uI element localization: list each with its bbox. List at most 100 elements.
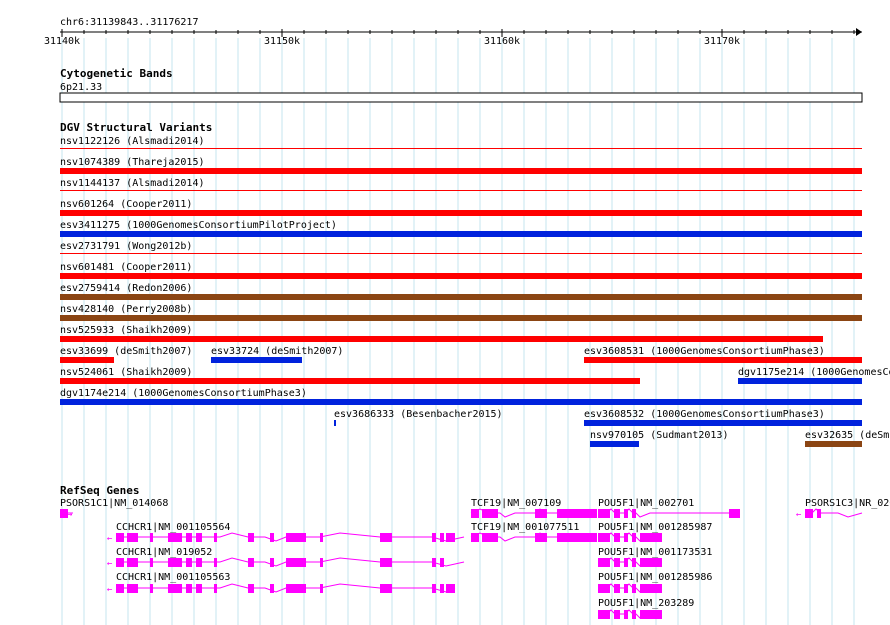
gene-exon[interactable] bbox=[640, 584, 662, 593]
gene-exon[interactable] bbox=[440, 584, 444, 593]
gene-exon[interactable] bbox=[557, 509, 597, 518]
gene-exon[interactable] bbox=[432, 558, 436, 567]
gene-exon[interactable] bbox=[196, 584, 202, 593]
gene-exon[interactable] bbox=[598, 509, 610, 518]
gene-exon[interactable] bbox=[640, 558, 662, 567]
gene-exon[interactable] bbox=[598, 533, 610, 542]
gene-exon[interactable] bbox=[624, 584, 628, 593]
variant-feature[interactable]: esv33699 (deSmith2007) bbox=[60, 346, 192, 363]
gene-feature[interactable]: TCF19|NM_001077511 bbox=[470, 522, 597, 542]
gene-exon[interactable] bbox=[614, 509, 620, 518]
gene-exon[interactable] bbox=[286, 558, 306, 567]
gene-feature[interactable]: CCHCR1|NM_019052 ← bbox=[107, 547, 465, 569]
gene-exon[interactable] bbox=[168, 584, 182, 593]
variant-bar[interactable] bbox=[60, 210, 862, 216]
gene-exon[interactable] bbox=[614, 610, 620, 619]
gene-exon[interactable] bbox=[214, 558, 217, 567]
gene-exon[interactable] bbox=[614, 533, 620, 542]
gene-exon[interactable] bbox=[640, 610, 662, 619]
gene-exon[interactable] bbox=[432, 533, 436, 542]
gene-exon[interactable] bbox=[624, 509, 628, 518]
gene-feature[interactable]: CCHCR1|NM_001105564 ← bbox=[107, 522, 465, 544]
gene-exon[interactable] bbox=[624, 558, 628, 567]
variant-bar[interactable] bbox=[584, 420, 862, 426]
variant-feature[interactable]: dgv1175e214 (1000GenomesConsortiumPhase3… bbox=[738, 367, 890, 384]
gene-exon[interactable] bbox=[614, 584, 620, 593]
variant-feature[interactable]: nsv525933 (Shaikh2009) bbox=[60, 325, 823, 342]
gene-exon[interactable] bbox=[186, 558, 192, 567]
gene-exon[interactable] bbox=[150, 533, 153, 542]
gene-exon[interactable] bbox=[186, 584, 192, 593]
variant-feature[interactable]: esv3686333 (Besenbacher2015) bbox=[334, 409, 503, 426]
gene-exon[interactable] bbox=[196, 533, 202, 542]
gene-exon[interactable] bbox=[598, 610, 610, 619]
gene-exon[interactable] bbox=[729, 509, 740, 518]
gene-feature[interactable]: POU5F1|NM_001173531 bbox=[598, 547, 712, 567]
variant-bar[interactable] bbox=[60, 357, 114, 363]
variant-feature[interactable]: esv3608532 (1000GenomesConsortiumPhase3) bbox=[584, 409, 862, 426]
variant-bar[interactable] bbox=[60, 336, 823, 342]
gene-exon[interactable] bbox=[186, 533, 192, 542]
variant-feature[interactable]: nsv601264 (Cooper2011) bbox=[60, 199, 862, 216]
variant-feature[interactable]: nsv1074389 (Thareja2015) bbox=[60, 157, 862, 174]
variant-bar[interactable] bbox=[590, 441, 639, 447]
gene-exon[interactable] bbox=[632, 558, 636, 567]
gene-feature[interactable]: CCHCR1|NM_001105563 ← bbox=[107, 572, 456, 595]
gene-exon[interactable] bbox=[127, 584, 138, 593]
variant-bar[interactable] bbox=[60, 148, 862, 149]
gene-exon[interactable] bbox=[632, 509, 636, 518]
gene-exon[interactable] bbox=[270, 558, 274, 567]
gene-exon[interactable] bbox=[482, 533, 498, 542]
gene-exon[interactable] bbox=[196, 558, 202, 567]
gene-exon[interactable] bbox=[614, 558, 620, 567]
variant-feature[interactable]: esv32635 (deSmith2007) bbox=[805, 430, 890, 447]
gene-exon[interactable] bbox=[248, 584, 254, 593]
gene-exon[interactable] bbox=[817, 509, 821, 518]
gene-exon[interactable] bbox=[535, 533, 547, 542]
gene-exon[interactable] bbox=[380, 558, 392, 567]
variant-bar[interactable] bbox=[60, 273, 862, 279]
cytoband-track[interactable]: Cytogenetic Bands 6p21.33 bbox=[59, 67, 863, 103]
variant-bar[interactable] bbox=[60, 378, 640, 384]
gene-exon[interactable] bbox=[557, 533, 597, 542]
variant-feature[interactable]: nsv1144137 (Alsmadi2014) bbox=[60, 178, 862, 191]
variant-feature[interactable]: esv2759414 (Redon2006) bbox=[60, 283, 862, 300]
gene-exon[interactable] bbox=[248, 533, 254, 542]
gene-exon[interactable] bbox=[446, 533, 455, 542]
gene-exon[interactable] bbox=[214, 533, 217, 542]
gene-feature[interactable]: PSORS1C3|NR_026816 ← bbox=[796, 498, 890, 520]
gene-exon[interactable] bbox=[270, 533, 274, 542]
variant-feature[interactable]: esv33724 (deSmith2007) bbox=[211, 346, 343, 363]
gene-exon[interactable] bbox=[116, 533, 124, 542]
variant-bar[interactable] bbox=[738, 378, 862, 384]
gene-exon[interactable] bbox=[624, 533, 628, 542]
gene-exon[interactable] bbox=[380, 533, 392, 542]
gene-exon[interactable] bbox=[214, 584, 217, 593]
variant-bar[interactable] bbox=[334, 420, 336, 426]
gene-feature[interactable]: POU5F1|NM_001285986 bbox=[598, 572, 712, 593]
gene-exon[interactable] bbox=[380, 584, 392, 593]
gene-exon[interactable] bbox=[440, 558, 444, 567]
gene-feature[interactable]: POU5F1|NM_001285987 bbox=[598, 522, 712, 542]
gene-exon[interactable] bbox=[632, 610, 636, 619]
gene-exon[interactable] bbox=[150, 584, 153, 593]
variant-feature[interactable]: nsv1122126 (Alsmadi2014) bbox=[60, 136, 862, 149]
variant-bar[interactable] bbox=[60, 253, 862, 254]
gene-exon[interactable] bbox=[805, 509, 813, 518]
gene-exon[interactable] bbox=[482, 509, 498, 518]
gene-exon[interactable] bbox=[248, 558, 254, 567]
gene-exon[interactable] bbox=[320, 584, 323, 593]
cytoband-bar[interactable] bbox=[59, 92, 863, 103]
gene-exon[interactable] bbox=[640, 533, 662, 542]
variant-feature[interactable]: esv2731791 (Wong2012b) bbox=[60, 241, 862, 254]
variant-feature[interactable]: nsv970105 (Sudmant2013) bbox=[590, 430, 728, 447]
variant-feature[interactable]: dgv1174e214 (1000GenomesConsortiumPhase3… bbox=[60, 388, 862, 405]
gene-exon[interactable] bbox=[535, 509, 547, 518]
variant-bar[interactable] bbox=[60, 231, 862, 237]
gene-exon[interactable] bbox=[471, 533, 479, 542]
gene-exon[interactable] bbox=[116, 584, 124, 593]
variant-feature[interactable]: nsv601481 (Cooper2011) bbox=[60, 262, 862, 279]
gene-exon[interactable] bbox=[286, 584, 306, 593]
variant-bar[interactable] bbox=[60, 399, 862, 405]
variant-bar[interactable] bbox=[60, 315, 862, 321]
